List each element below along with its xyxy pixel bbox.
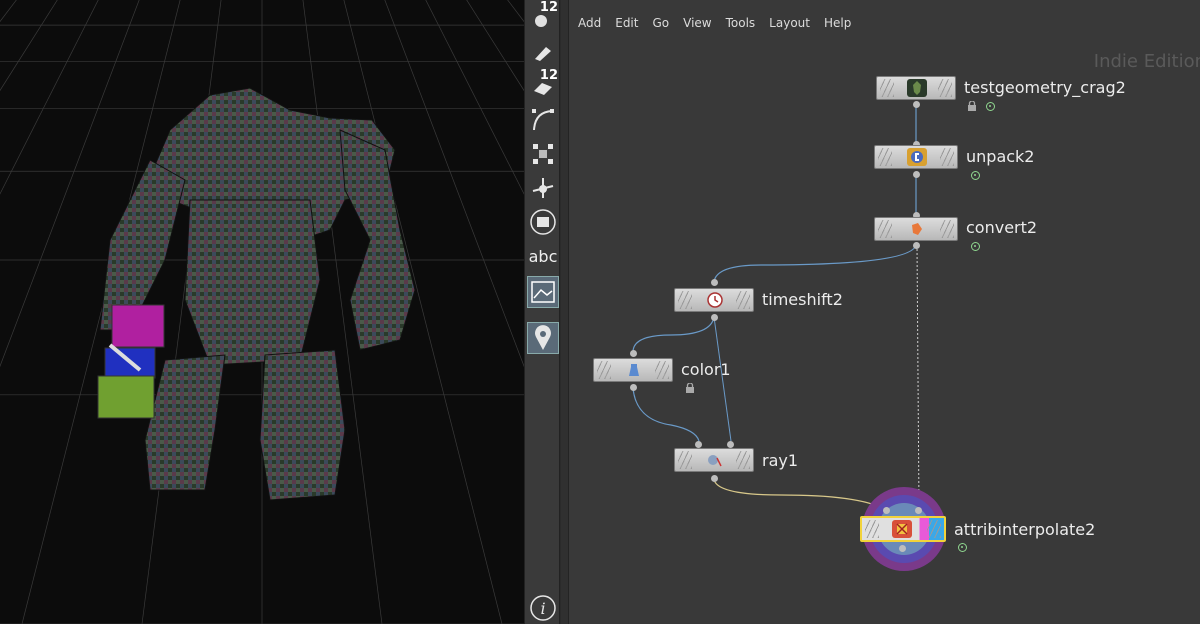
node-color1[interactable] — [593, 358, 673, 382]
grid-line — [454, 0, 524, 624]
attrib-input-port-2[interactable] — [915, 507, 922, 514]
curve-tool[interactable] — [527, 104, 559, 136]
move-point-tool[interactable] — [527, 172, 559, 204]
lock-icon — [686, 383, 694, 393]
node-ray1[interactable] — [674, 448, 754, 472]
viewport-canvas — [0, 0, 524, 624]
crag-geometry-icon — [907, 79, 927, 97]
circle-menu-icon — [530, 209, 556, 235]
unpack-icon — [907, 148, 927, 166]
node-unpack2[interactable] — [874, 145, 958, 169]
wire-timeshift-ray — [713, 316, 732, 442]
attrib-input-port-1[interactable] — [883, 507, 890, 514]
grid-line — [466, 0, 524, 92]
wire-convert-timeshift — [713, 244, 917, 283]
brush-tool[interactable] — [527, 36, 559, 68]
display-flag-icon[interactable] — [971, 171, 980, 180]
wire-ray-attrib — [713, 478, 887, 511]
pin-icon — [535, 325, 551, 350]
node-label-attribinterpolate: attribinterpolate2 — [954, 520, 1096, 539]
grid-points-tool[interactable] — [527, 138, 559, 170]
convert-output-port[interactable] — [913, 242, 920, 249]
move-point-icon — [532, 178, 554, 198]
svg-text:i: i — [540, 599, 545, 618]
convert-icon — [907, 220, 927, 238]
color-input-port[interactable] — [630, 350, 637, 357]
display-flag-icon[interactable] — [971, 242, 980, 251]
info-icon: i — [530, 595, 556, 621]
display-flag-icon[interactable] — [958, 543, 967, 552]
grid-line — [446, 0, 524, 624]
paint-bottle-icon — [624, 361, 644, 379]
testgeometry-output-port[interactable] — [913, 101, 920, 108]
wire-timeshift-color — [632, 316, 715, 353]
node-label-ray: ray1 — [762, 451, 799, 470]
grid-line — [507, 0, 524, 23]
circle-menu-tool[interactable] — [527, 206, 559, 238]
grid-line — [398, 0, 524, 624]
ray-output-port[interactable] — [711, 475, 718, 482]
houdini-window: 12 12 abc i Add Edit Go View Tools Layou… — [0, 0, 1200, 624]
grid-line — [425, 0, 524, 195]
sphere-tool[interactable]: 12 — [527, 0, 559, 34]
grid-line — [0, 0, 118, 624]
grid-points-icon — [533, 144, 553, 164]
attrib-output-port[interactable] — [899, 545, 906, 552]
image-tool[interactable] — [527, 276, 559, 308]
grid-line — [0, 0, 86, 624]
image-icon — [531, 281, 555, 303]
node-label-convert: convert2 — [966, 218, 1038, 237]
grid-line — [414, 0, 524, 624]
timeshift-output-port[interactable] — [711, 314, 718, 321]
wire-convert-attrib — [916, 244, 920, 511]
grid-line — [0, 0, 198, 624]
display-flag-icon[interactable] — [986, 102, 995, 111]
grid-line — [0, 0, 94, 624]
pin-tool[interactable] — [527, 322, 559, 354]
text-tool[interactable]: abc — [527, 240, 559, 272]
node-label-testgeometry: testgeometry_crag2 — [964, 78, 1126, 97]
grid-line — [0, 0, 70, 624]
box-brush-tool[interactable]: 12 — [527, 68, 559, 102]
interpolate-icon — [892, 520, 912, 538]
brush-icon — [535, 47, 551, 61]
grid-line — [438, 0, 524, 624]
node-label-timeshift: timeshift2 — [762, 290, 843, 309]
ray-input-port-2[interactable] — [727, 441, 734, 448]
grid-line — [406, 0, 524, 624]
color-output-port[interactable] — [630, 384, 637, 391]
ray-icon — [705, 451, 725, 469]
lock-icon — [968, 101, 976, 111]
box-brush-tool-badge: 12 — [539, 68, 558, 83]
network-editor[interactable]: Add Edit Go View Tools Layout Help Indie… — [561, 0, 1200, 624]
curve-icon — [532, 109, 554, 131]
clock-icon — [705, 291, 725, 309]
node-label-unpack: unpack2 — [966, 147, 1035, 166]
grid-line — [430, 0, 524, 624]
sphere-tool-badge: 12 — [539, 0, 558, 15]
shelf-toolbar: 12 12 abc i — [524, 0, 560, 624]
scene-viewport[interactable] — [0, 0, 524, 624]
node-testgeometry-crag2[interactable] — [876, 76, 956, 100]
unpack-output-port[interactable] — [913, 171, 920, 178]
grid-line — [390, 0, 524, 624]
text-tool-label: abc — [528, 246, 558, 266]
grid-line — [318, 0, 524, 624]
wire-color-ray — [632, 387, 700, 442]
timeshift-input-port[interactable] — [711, 279, 718, 286]
node-timeshift2[interactable] — [674, 288, 754, 312]
node-convert2[interactable] — [874, 217, 958, 241]
grid-line — [0, 0, 110, 624]
crag-character — [97, 87, 416, 501]
node-attribinterpolate2[interactable] — [860, 516, 946, 542]
info-tool[interactable]: i — [527, 592, 559, 624]
ray-input-port-1[interactable] — [695, 441, 702, 448]
node-label-color: color1 — [681, 360, 731, 379]
grid-line — [0, 0, 78, 624]
